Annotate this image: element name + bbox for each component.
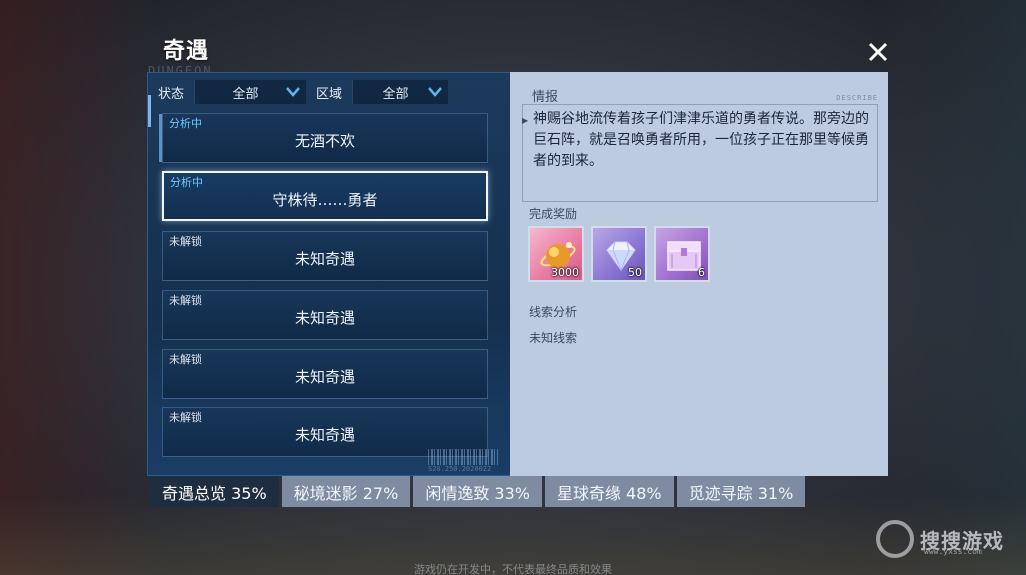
tab-overview[interactable]: 奇遇总览 35%: [150, 476, 279, 507]
filter-status-label: 状态: [157, 86, 184, 102]
filter-bar: 状态 全部 区域 全部: [148, 79, 512, 105]
category-tabs: 奇遇总览 35% 秘境迷影 27% 闲情逸致 33% 星球奇缘 48% 觅迹寻踪…: [150, 476, 806, 507]
encounter-status: 分析中: [169, 117, 202, 130]
background-left: [0, 0, 150, 575]
reward-title: 完成奖励: [529, 207, 578, 221]
encounter-name: 未知奇遇: [294, 368, 355, 386]
list-scroll-marker: [148, 95, 151, 127]
info-title: 情报: [532, 90, 559, 105]
encounter-item[interactable]: 未解锁 未知奇遇: [162, 231, 488, 281]
encounter-name: 守株待……勇者: [272, 191, 378, 209]
encounter-list-panel: 状态 全部 区域 全部 分析中 无酒不欢 分析中 守株待……勇者 未解锁 未知奇…: [147, 72, 511, 476]
barcode-deco: [428, 449, 498, 465]
reward-item-gold[interactable]: 3000: [528, 226, 584, 282]
page-title: 奇遇: [163, 39, 210, 64]
close-icon: [868, 42, 888, 62]
reward-qty: 3000: [551, 266, 579, 279]
watermark-logo-icon: [876, 520, 914, 558]
tab-tracking[interactable]: 觅迹寻踪 31%: [676, 476, 806, 507]
encounter-name: 未知奇遇: [294, 250, 355, 268]
encounter-status: 未解锁: [169, 411, 202, 424]
watermark: 搜搜游戏 www.yxss.com: [876, 520, 1004, 558]
tab-secret-realm[interactable]: 秘境迷影 27%: [281, 476, 411, 507]
reward-qty: 6: [698, 266, 705, 279]
encounter-name: 无酒不欢: [294, 132, 355, 150]
filter-region-label: 区域: [315, 86, 342, 102]
encounter-detail-panel: 情报 DESCRIBE ▶ 神赐谷地流传着孩子们津津乐道的勇者传说。那旁边的巨石…: [510, 72, 888, 476]
filter-region-value: 全部: [382, 86, 409, 102]
serial-deco-text: S20.250.2020022: [428, 465, 492, 473]
info-box: ▶ 神赐谷地流传着孩子们津津乐道的勇者传说。那旁边的巨石阵，就是召唤勇者所用，一…: [522, 104, 878, 202]
dev-disclaimer: 游戏仍在开发中，不代表最终品质和效果: [414, 563, 612, 575]
filter-status-value: 全部: [232, 86, 259, 102]
describe-deco-text: DESCRIBE: [836, 94, 878, 102]
arrow-right-icon: ▶: [522, 116, 529, 125]
encounter-name: 未知奇遇: [294, 309, 355, 327]
reward-item-diamond[interactable]: 50: [591, 226, 647, 282]
encounter-item-selected[interactable]: 分析中 守株待……勇者: [162, 171, 488, 221]
encounter-status: 未解锁: [169, 235, 202, 248]
clue-title: 线索分析: [529, 305, 578, 319]
background-right: [886, 0, 1026, 575]
encounter-name: 未知奇遇: [294, 426, 355, 444]
chevron-down-icon: [286, 87, 300, 97]
tab-leisure[interactable]: 闲情逸致 33%: [413, 476, 542, 507]
reward-list: 3000 50 6: [528, 226, 710, 282]
encounter-item[interactable]: 未解锁 未知奇遇: [162, 349, 488, 399]
reward-item-chest[interactable]: 6: [654, 226, 710, 282]
filter-region-select[interactable]: 全部: [352, 80, 448, 104]
clue-value: 未知线索: [529, 331, 578, 345]
encounter-status: 未解锁: [169, 353, 202, 366]
chevron-down-icon: [428, 87, 442, 97]
watermark-url: www.yxss.com: [924, 547, 982, 556]
encounter-item[interactable]: 分析中 无酒不欢: [159, 113, 488, 163]
close-button[interactable]: [862, 36, 894, 68]
encounter-item[interactable]: 未解锁 未知奇遇: [162, 290, 488, 340]
info-text: 神赐谷地流传着孩子们津津乐道的勇者传说。那旁边的巨石阵，就是召唤勇者所用，一位孩…: [533, 111, 869, 169]
encounter-status: 分析中: [170, 176, 203, 189]
encounter-status: 未解锁: [169, 294, 202, 307]
item-accent: [159, 114, 162, 162]
tab-planet[interactable]: 星球奇缘 48%: [544, 476, 674, 507]
filter-status-select[interactable]: 全部: [194, 80, 306, 104]
reward-qty: 50: [628, 266, 642, 279]
